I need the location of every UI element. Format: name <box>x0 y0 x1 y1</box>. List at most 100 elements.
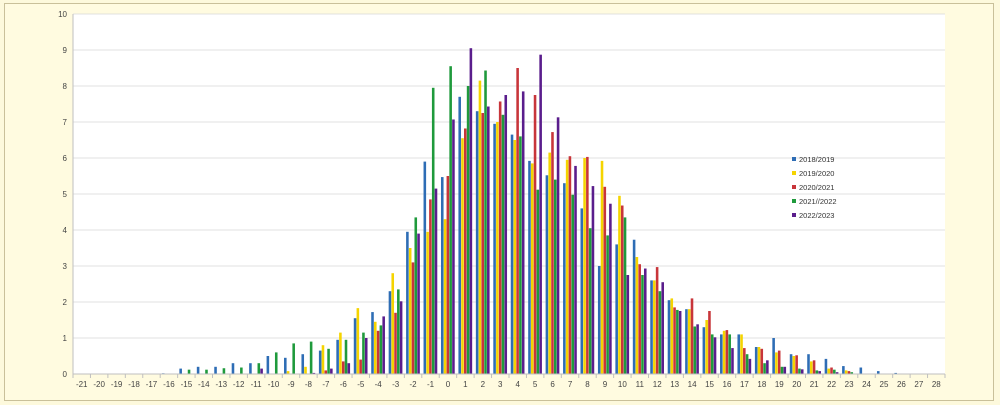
legend-swatch <box>792 199 796 203</box>
bar <box>545 175 549 374</box>
bar <box>443 219 447 374</box>
bar <box>588 228 592 374</box>
bar <box>842 366 845 374</box>
bar <box>720 334 723 374</box>
bar <box>510 134 514 374</box>
bar <box>641 275 644 374</box>
bar <box>324 370 328 374</box>
bar <box>638 264 641 374</box>
legend-label: 2022/2023 <box>799 211 834 220</box>
x-tick-label: -1 <box>427 380 435 389</box>
bar <box>376 330 380 374</box>
legend-label: 2019/2020 <box>799 169 834 178</box>
y-tick-label: 10 <box>58 10 67 19</box>
bar <box>284 357 287 374</box>
bar <box>650 280 653 374</box>
bar <box>205 369 208 374</box>
bar <box>728 334 731 374</box>
bar <box>571 194 575 374</box>
bar <box>597 266 601 374</box>
bar <box>484 70 487 375</box>
bar <box>693 326 697 374</box>
x-tick-label: 21 <box>810 380 819 389</box>
bar <box>551 132 554 374</box>
bar <box>498 101 502 374</box>
bar-chart: 012345678910 -21 -20 -19 -18 -17 -16 -15 -14 -13… <box>58 10 946 389</box>
bar <box>702 327 706 374</box>
bar <box>795 355 798 374</box>
legend-label: 2021//2022 <box>799 197 837 206</box>
bar <box>705 320 708 374</box>
y-tick-label: 2 <box>63 298 68 307</box>
x-tick-label: 16 <box>723 380 732 389</box>
x-tick-label: 3 <box>498 380 503 389</box>
bar <box>504 95 508 374</box>
bar <box>722 330 726 374</box>
bar <box>356 308 360 374</box>
y-tick-label: 9 <box>63 46 68 55</box>
bar <box>635 257 639 374</box>
bar <box>327 348 330 374</box>
bar <box>321 345 325 374</box>
bar <box>260 368 263 374</box>
bar <box>501 114 505 375</box>
bar <box>304 366 307 374</box>
bar <box>359 359 362 374</box>
bar <box>339 332 342 374</box>
x-tick-label: -17 <box>146 380 158 389</box>
bar <box>548 152 551 374</box>
bar <box>240 367 243 374</box>
bar <box>763 363 766 374</box>
x-tick-label: -8 <box>305 380 313 389</box>
bar <box>748 358 752 374</box>
bar <box>440 177 444 374</box>
x-tick-label: -9 <box>287 380 295 389</box>
x-tick-labels: -21 -20 -19 -18 -17 -16 -15 -14 -13 -12 -11 -10 -9 -8… <box>76 380 941 389</box>
legend-swatch <box>792 185 796 189</box>
bar <box>757 347 761 374</box>
bar <box>458 96 461 375</box>
y-tick-label: 5 <box>63 190 68 199</box>
x-tick-label: -7 <box>322 380 330 389</box>
x-tick-label: 14 <box>688 380 697 389</box>
legend-label: 2020/2021 <box>799 183 834 192</box>
bar <box>725 330 729 374</box>
x-tick-label: -11 <box>251 380 263 389</box>
bar <box>449 66 452 374</box>
x-tick-label: 15 <box>705 380 714 389</box>
bar <box>493 123 496 374</box>
x-tick-label: 24 <box>862 380 871 389</box>
bar <box>859 367 863 374</box>
bar <box>783 366 787 374</box>
bar <box>469 48 473 374</box>
bar <box>222 368 226 374</box>
bar <box>685 309 688 374</box>
bar <box>830 367 833 374</box>
bar <box>775 352 778 374</box>
x-tick-label: -4 <box>375 380 383 389</box>
bar <box>708 311 711 374</box>
bar <box>777 350 781 374</box>
x-tick-label: 28 <box>932 380 941 389</box>
bar <box>713 337 717 374</box>
bar <box>196 366 200 374</box>
bar <box>807 354 810 374</box>
x-tick-label: 7 <box>568 380 573 389</box>
x-tick-label: 25 <box>880 380 889 389</box>
y-tick-labels: 0 1 2 3 4 5 6 7 8 9 10 <box>58 10 67 379</box>
bar <box>740 334 743 374</box>
bar <box>754 347 758 374</box>
bar <box>745 354 749 374</box>
legend-swatch <box>792 171 796 175</box>
bar <box>521 91 525 375</box>
bar <box>653 280 656 374</box>
bar <box>554 179 557 374</box>
bar <box>792 356 796 374</box>
x-tick-label: 26 <box>897 380 906 389</box>
x-tick-label: -13 <box>215 380 227 389</box>
bar <box>347 363 351 374</box>
y-tick-label: 3 <box>63 262 68 271</box>
x-tick-label: 8 <box>585 380 590 389</box>
y-tick-label: 4 <box>63 226 68 235</box>
bar <box>431 87 435 375</box>
